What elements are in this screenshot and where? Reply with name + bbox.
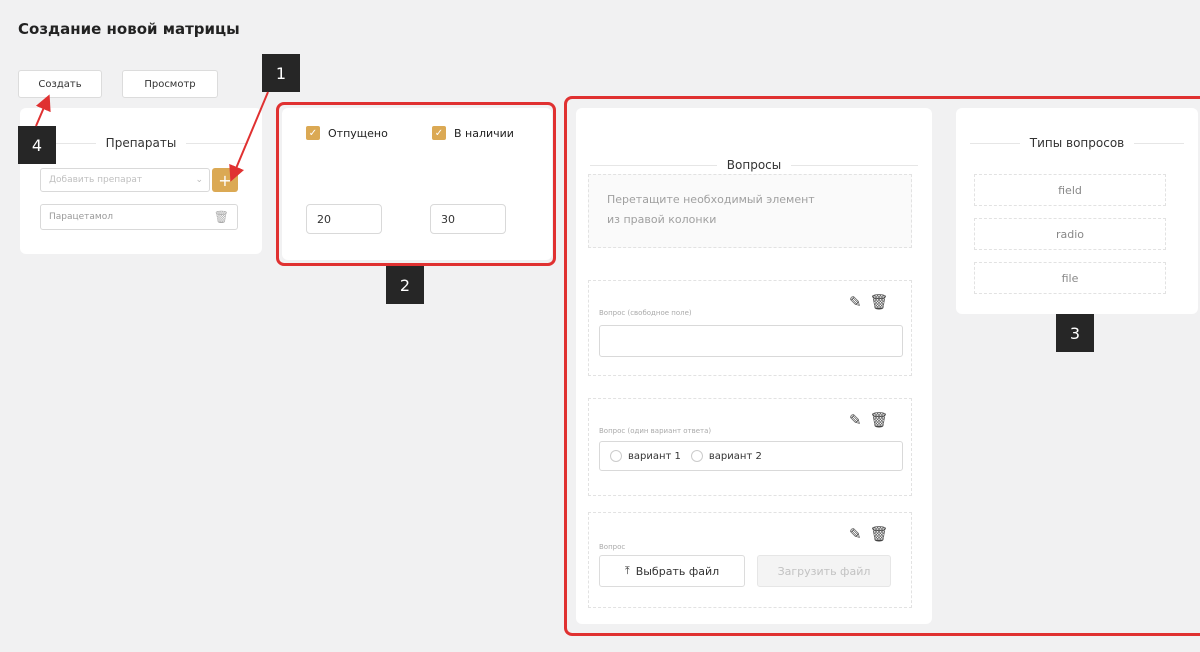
arrow-1: [229, 91, 269, 182]
annotation-arrows: [35, 91, 269, 182]
arrow-4: [35, 94, 51, 127]
